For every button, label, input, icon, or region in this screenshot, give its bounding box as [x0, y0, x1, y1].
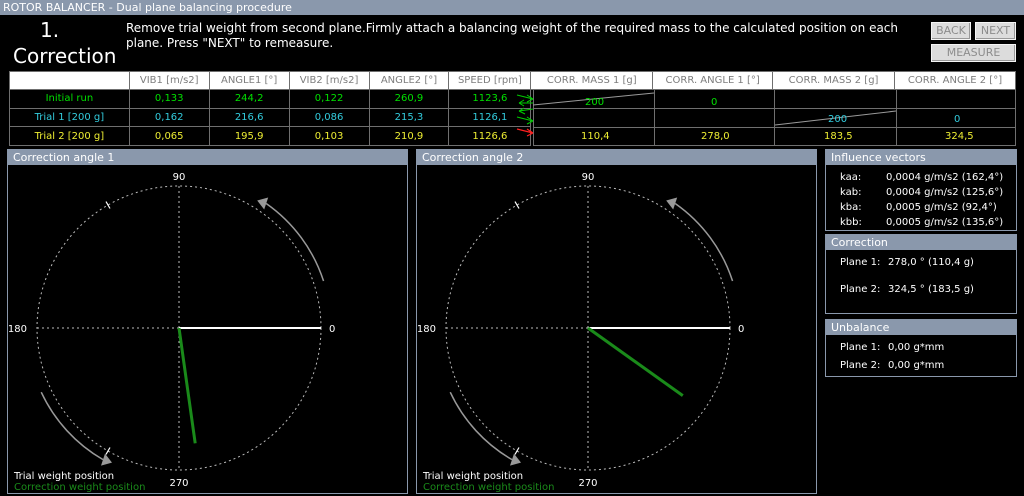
- row-label: Trial 2 [200 g]: [9, 126, 130, 146]
- table-cell: 260,9: [368, 89, 450, 109]
- influence-name: kbb:: [840, 217, 862, 228]
- legend-correction-weight: Correction weight position: [423, 482, 554, 493]
- trial1-mass-value: 200: [585, 97, 605, 108]
- panel-title: Unbalance: [826, 320, 1016, 335]
- row-label: Trial 1 [200 g]: [9, 107, 130, 128]
- measure-button[interactable]: MEASURE: [931, 44, 1016, 62]
- correction-weight-line: [177, 327, 197, 444]
- influence-value: 0,0005 g/m/s2 (135,6°): [886, 217, 1004, 228]
- panel-title: Correction angle 1: [8, 150, 407, 165]
- table-cell: 0,162: [128, 107, 210, 128]
- tick-label-0: 0: [329, 324, 335, 335]
- plane1-label: Plane 1:: [840, 342, 881, 353]
- arrow-icon: [518, 99, 533, 107]
- correction-panel: Correction Plane 1: 278,0 ° (110,4 g) Pl…: [825, 234, 1017, 314]
- tick-label-180: 180: [8, 324, 27, 335]
- influence-value: 0,0004 g/m/s2 (162,4°): [886, 172, 1004, 183]
- trial2-mass-value: 200: [828, 114, 848, 125]
- correction-angle-2-panel: Correction angle 2 90 180 0 270 Trial weight…: [416, 149, 817, 494]
- table-cell: 0,103: [288, 126, 370, 146]
- legend-trial-weight: Trial weight position: [13, 471, 114, 482]
- table-cell: 215,3: [368, 107, 450, 128]
- connector-arrows: [516, 94, 534, 137]
- unbalance-panel: Unbalance Plane 1: 0,00 g*mm Plane 2: 0,…: [825, 319, 1017, 377]
- plane2-label: Plane 2:: [840, 284, 881, 295]
- rotation-arrow-icon: [40, 391, 104, 461]
- tick-label-90: 90: [173, 172, 186, 183]
- table-header-cell: SPEED [rpm]: [448, 71, 532, 90]
- table-header-cell: CORR. MASS 1 [g]: [530, 71, 654, 90]
- step-number: 1.: [40, 18, 60, 42]
- influence-value: 0,0004 g/m/s2 (125,6°): [886, 187, 1004, 198]
- table-header-cell: CORR. MASS 2 [g]: [772, 71, 895, 90]
- tick-label-270: 270: [169, 478, 188, 489]
- plane1-label: Plane 1:: [840, 257, 881, 268]
- table-header-cell: VIB2 [m/s2]: [288, 71, 370, 90]
- table-header-row: VIB1 [m/s2] ANGLE1 [°] VIB2 [m/s2] ANGLE…: [9, 71, 1017, 90]
- table-cell: 0,133: [128, 89, 210, 109]
- tick-label-0: 0: [738, 324, 744, 335]
- trial1-angle-value: 0: [711, 97, 718, 108]
- table-cell: 210,9: [368, 126, 450, 146]
- result-angle2: 324,5: [945, 131, 974, 142]
- table-header-cell: [9, 71, 130, 90]
- polar-plot-2: 90 180 0 270 Trial weight positionCorrection…: [417, 172, 744, 493]
- legend-trial-weight: Trial weight position: [422, 471, 523, 482]
- plane1-unbalance-value: 0,00 g*mm: [888, 342, 945, 353]
- plane1-correction-value: 278,0 ° (110,4 g): [888, 257, 974, 268]
- table-cell: 0,086: [288, 107, 370, 128]
- table-header-cell: VIB1 [m/s2]: [128, 71, 210, 90]
- rotation-arrow-icon: [265, 202, 325, 282]
- next-button[interactable]: NEXT: [975, 22, 1016, 40]
- instructions-text: Remove trial weight from second plane.Fi…: [126, 21, 899, 50]
- angle-tick: [514, 447, 520, 455]
- angle-tick: [105, 201, 111, 209]
- table-cell: 195,9: [208, 126, 290, 146]
- back-button[interactable]: BACK: [931, 22, 971, 40]
- table-header-cell: ANGLE2 [°]: [368, 71, 450, 90]
- trial2-angle-value: 0: [954, 114, 961, 125]
- tick-label-270: 270: [578, 478, 597, 489]
- table-cell: 244,2: [208, 89, 290, 109]
- result-angle1: 278,0: [701, 131, 730, 142]
- influence-vectors-panel: Influence vectors kaa: 0,0004 g/m/s2 (16…: [825, 149, 1017, 231]
- row-label: Initial run: [9, 89, 130, 109]
- correction-matrix: 200 0 200 0 110,4 278,0 183,5 324,5: [533, 89, 1016, 146]
- arrow-icon: [516, 128, 534, 137]
- angle-tick: [514, 201, 520, 209]
- polar-plot-1: 90 180 0 270 Trial weight positionCorrection…: [8, 172, 335, 493]
- arrow-icon: [518, 107, 534, 115]
- result-mass2: 183,5: [824, 131, 853, 142]
- correction-weight-line: [587, 326, 684, 397]
- influence-name: kba:: [840, 202, 862, 213]
- influence-name: kab:: [840, 187, 862, 198]
- result-mass1: 110,4: [581, 131, 610, 142]
- table-header-cell: CORR. ANGLE 1 [°]: [652, 71, 774, 90]
- panel-title: Correction angle 2: [417, 150, 816, 165]
- table-header-cell: CORR. ANGLE 2 [°]: [893, 71, 1017, 90]
- arrow-icon: [516, 116, 534, 125]
- plane2-label: Plane 2:: [840, 360, 881, 371]
- legend-correction-weight: Correction weight position: [14, 482, 145, 493]
- influence-name: kaa:: [840, 172, 862, 183]
- correction-angle-1-panel: Correction angle 1 90 180 0 270 Trial weight…: [7, 149, 408, 494]
- step-title: Correction: [13, 44, 117, 68]
- table-cell: 216,6: [208, 107, 290, 128]
- plane2-unbalance-value: 0,00 g*mm: [888, 360, 945, 371]
- angle-tick: [105, 447, 111, 455]
- panel-title: Influence vectors: [826, 150, 1016, 165]
- table-header-cell: ANGLE1 [°]: [208, 71, 290, 90]
- tick-label-180: 180: [417, 324, 436, 335]
- plane2-correction-value: 324,5 ° (183,5 g): [888, 284, 974, 295]
- arrow-icon: [516, 94, 534, 103]
- table-cell: 0,065: [128, 126, 210, 146]
- window-titlebar: ROTOR BALANCER - Dual plane balancing pr…: [0, 0, 1024, 15]
- rotation-arrow-icon: [449, 391, 513, 461]
- panel-title: Correction: [826, 235, 1016, 250]
- influence-value: 0,0005 g/m/s2 (92,4°): [886, 202, 997, 213]
- tick-label-90: 90: [582, 172, 595, 183]
- table-cell: 0,122: [288, 89, 370, 109]
- rotation-arrow-icon: [674, 202, 734, 282]
